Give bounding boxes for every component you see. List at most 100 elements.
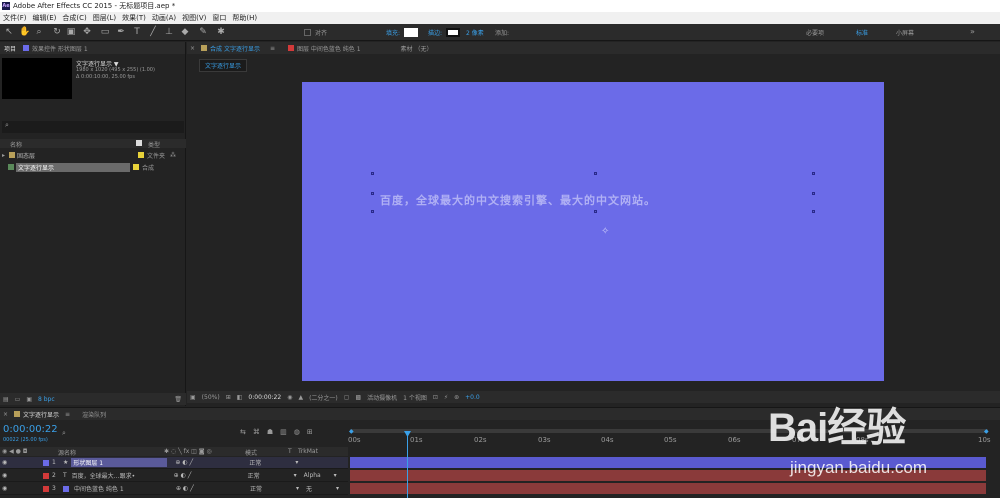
- composition-canvas[interactable]: 百度，全球最大的中文搜索引擎、最大的中文网站。 ✧: [302, 82, 884, 381]
- menu-layer[interactable]: 图层(L): [90, 13, 119, 23]
- chevron-down-icon[interactable]: ▾: [294, 472, 304, 479]
- label-column-icon[interactable]: [136, 140, 142, 146]
- blend-mode-dropdown[interactable]: 正常: [248, 471, 294, 480]
- menu-edit[interactable]: 编辑(E): [30, 13, 60, 23]
- current-time[interactable]: 0:00:00:22: [245, 394, 284, 401]
- column-source-name[interactable]: 源名称: [58, 448, 76, 457]
- magnification-dropdown[interactable]: (50%): [199, 394, 223, 401]
- chevron-down-icon[interactable]: ▾: [295, 459, 298, 466]
- exposure-value[interactable]: +0.0: [462, 394, 483, 401]
- work-area-end-icon[interactable]: ◆: [984, 428, 989, 435]
- tab-footage[interactable]: 素材 （无）: [401, 44, 433, 53]
- tab-timeline-comp[interactable]: 文字逐行显示: [23, 410, 59, 419]
- transparency-grid-icon[interactable]: ▩: [352, 394, 364, 401]
- column-mode[interactable]: 模式: [245, 448, 257, 457]
- close-tab-icon[interactable]: ×: [0, 411, 11, 418]
- eraser-tool-icon[interactable]: ◆: [180, 27, 190, 37]
- track-matte-dropdown[interactable]: Alpha: [304, 472, 334, 479]
- rotate-tool-icon[interactable]: ↻: [52, 27, 62, 37]
- clone-stamp-tool-icon[interactable]: ⊥: [164, 27, 174, 37]
- flowchart-icon[interactable]: ⁂: [170, 152, 176, 159]
- zoom-tool-icon[interactable]: ⌕: [34, 27, 44, 37]
- comp-mini-flowchart-icon[interactable]: ⇆: [240, 428, 246, 436]
- layer-switches[interactable]: ⊕ ◐ ╱: [167, 459, 249, 466]
- safe-zones-icon[interactable]: ⊞: [223, 394, 234, 401]
- layer-name[interactable]: 中间色蓝色 纯色 1: [72, 484, 168, 493]
- layer-row[interactable]: ◉ 3 中间色蓝色 纯色 1 ⊕ ◐ ╱ 正常 ▾ 无 ▾: [0, 483, 348, 495]
- current-time-indicator[interactable]: [407, 433, 408, 498]
- menu-effect[interactable]: 效果(T): [119, 13, 149, 23]
- camera-view-dropdown[interactable]: 活动摄像机: [364, 393, 400, 402]
- chevron-down-icon[interactable]: ▾: [296, 485, 306, 492]
- puppet-pin-tool-icon[interactable]: ✱: [216, 27, 226, 37]
- layer-row[interactable]: ◉ 1 ★ 形状图层 1 ⊕ ◐ ╱ 正常 ▾: [0, 457, 348, 469]
- anchor-point-icon[interactable]: ✧: [601, 226, 609, 237]
- tab-menu-icon[interactable]: ≡: [59, 411, 76, 418]
- track-matte-dropdown[interactable]: 无: [306, 484, 336, 493]
- align-checkbox[interactable]: [304, 29, 311, 36]
- tab-effect-controls[interactable]: 效果控件 形状图层 1: [32, 44, 88, 53]
- tab-menu-icon[interactable]: ≡: [260, 45, 285, 52]
- list-item[interactable]: ▸ 固态层 文件夹 ⁂: [0, 150, 186, 160]
- layer-switches[interactable]: ⊕ ◐ ╱: [166, 472, 248, 479]
- blend-mode-dropdown[interactable]: 正常: [250, 484, 296, 493]
- camera-tool-icon[interactable]: ▣: [66, 27, 76, 37]
- add-label[interactable]: 添加:: [495, 28, 509, 37]
- layer-name[interactable]: 百度，全球最大…跟求•: [70, 471, 166, 480]
- trash-icon[interactable]: 🗑: [170, 396, 186, 403]
- view-layout-dropdown[interactable]: 1 个视图: [400, 393, 430, 402]
- toggle-pixel-aspect-icon[interactable]: ⊡: [430, 394, 441, 401]
- menu-file[interactable]: 文件(F): [0, 13, 30, 23]
- roto-brush-tool-icon[interactable]: ✎: [198, 27, 208, 37]
- rectangle-tool-icon[interactable]: ▭: [100, 27, 110, 37]
- menu-window[interactable]: 窗口: [209, 13, 229, 23]
- pan-behind-tool-icon[interactable]: ✥: [82, 27, 92, 37]
- layer-row[interactable]: ◉ 2 T 百度，全球最大…跟求• ⊕ ◐ ╱ 正常 ▾ Alpha ▾: [0, 470, 348, 482]
- show-channel-icon[interactable]: ▲: [295, 394, 306, 401]
- list-item[interactable]: 文字逐行显示 合成: [0, 162, 186, 172]
- search-icon[interactable]: ⌕: [62, 429, 66, 438]
- timecode[interactable]: 0:00:00:22: [3, 424, 58, 435]
- region-of-interest-icon[interactable]: ▢: [341, 394, 353, 401]
- workspace-small-screen[interactable]: 小屏幕: [896, 28, 914, 37]
- snapshot-icon[interactable]: ◉: [284, 394, 295, 401]
- motion-blur-icon[interactable]: ◍: [294, 428, 300, 436]
- visibility-eye-icon[interactable]: ◉: [0, 459, 40, 466]
- tab-composition[interactable]: 合成 文字逐行显示: [210, 44, 260, 53]
- close-tab-icon[interactable]: ×: [187, 45, 198, 52]
- layer-duration-bar[interactable]: [350, 483, 986, 494]
- stroke-color-swatch[interactable]: [446, 28, 460, 37]
- menu-help[interactable]: 帮助(H): [229, 13, 260, 23]
- visibility-eye-icon[interactable]: ◉: [0, 472, 40, 479]
- blend-mode-dropdown[interactable]: 正常: [249, 458, 295, 467]
- project-search-input[interactable]: ⌕: [2, 121, 184, 133]
- frame-blending-icon[interactable]: ▥: [280, 428, 287, 436]
- draft-3d-icon[interactable]: ⌘: [253, 428, 260, 436]
- chevron-down-icon[interactable]: ▾: [334, 472, 337, 479]
- tab-project[interactable]: 项目: [0, 44, 20, 53]
- chevron-down-icon[interactable]: ▾: [336, 485, 339, 492]
- column-trkmat[interactable]: TrkMat: [298, 448, 318, 455]
- interpret-footage-icon[interactable]: ▤: [0, 396, 12, 403]
- workspace-standard[interactable]: 标准: [856, 28, 868, 37]
- tab-layer[interactable]: 图层 中间色蓝色 纯色 1: [297, 44, 361, 53]
- menu-composition[interactable]: 合成(C): [59, 13, 89, 23]
- column-name[interactable]: 名称: [10, 140, 22, 149]
- tab-render-queue[interactable]: 渲染队列: [76, 410, 112, 419]
- layer-switches[interactable]: ⊕ ◐ ╱: [168, 485, 250, 492]
- column-t[interactable]: T: [288, 448, 292, 455]
- shy-layers-icon[interactable]: ☗: [267, 428, 273, 436]
- stroke-width[interactable]: 2 像素: [466, 28, 484, 37]
- label-color[interactable]: [43, 459, 49, 466]
- column-type[interactable]: 类型: [148, 140, 160, 149]
- new-composition-icon[interactable]: ▣: [23, 396, 35, 403]
- color-depth[interactable]: 8 bpc: [35, 396, 58, 403]
- menu-view[interactable]: 视图(V): [179, 13, 209, 23]
- fill-color-swatch[interactable]: [404, 28, 418, 37]
- text-tool-icon[interactable]: T: [132, 27, 142, 37]
- brush-tool-icon[interactable]: ╱: [148, 27, 158, 37]
- layer-name[interactable]: 形状图层 1: [71, 458, 168, 467]
- workspace-menu-icon[interactable]: »: [970, 27, 975, 36]
- fast-previews-icon[interactable]: ⚡: [441, 394, 451, 401]
- canvas-text[interactable]: 百度，全球最大的中文搜索引擎、最大的中文网站。: [380, 192, 656, 208]
